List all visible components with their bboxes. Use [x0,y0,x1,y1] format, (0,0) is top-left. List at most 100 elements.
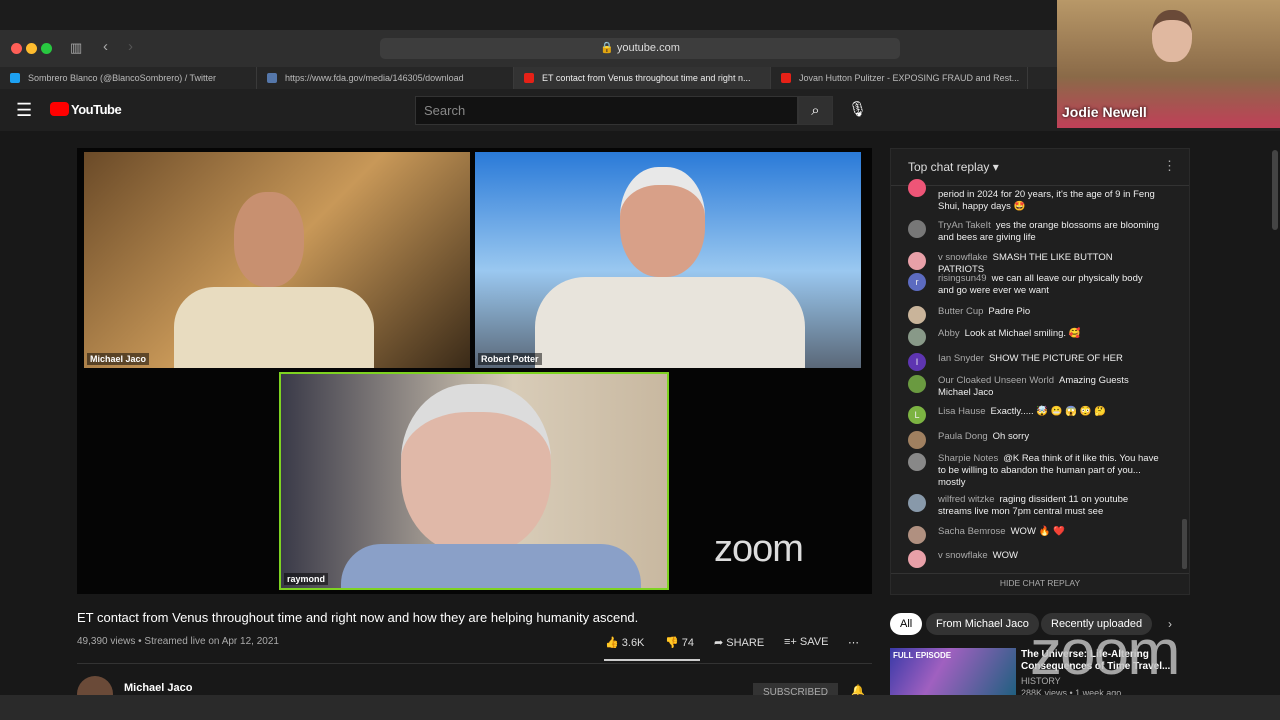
chat-message: TryAn TakeIt yes the orange blossoms are … [891,220,1181,244]
chat-author[interactable]: TryAn TakeIt [938,220,991,231]
chat-header: Top chat replay [908,160,990,174]
chat-avatar [908,306,926,324]
chat-avatar [908,453,926,471]
chip-all[interactable]: All [890,613,923,635]
chat-text: SHOW THE PICTURE OF HER [988,353,1123,364]
chat-text: Oh sorry [992,431,1030,442]
chat-text: Padre Pio [988,306,1031,317]
recommended-thumbnail[interactable]: FULL EPISODE [890,648,1016,695]
chat-avatar: L [908,406,926,424]
chat-author[interactable]: Abby [938,328,960,339]
youtube-logo-icon[interactable] [50,102,69,116]
minimize-window-button[interactable] [26,43,37,54]
chat-author[interactable]: Our Cloaked Unseen World [938,375,1054,386]
menu-icon[interactable]: ☰ [16,100,32,121]
chat-author[interactable]: Sacha Bemrose [938,526,1006,537]
chat-author[interactable]: risingsun49 [938,273,987,284]
more-actions-icon[interactable]: ⋯ [848,636,859,649]
chat-avatar: r [908,273,926,291]
dislike-count: 74 [681,637,695,649]
chat-message: v snowflake WOW [891,550,1181,568]
dislike-button[interactable]: 👎 74 [665,636,694,649]
chat-scrollbar[interactable] [1182,519,1187,569]
tab-label: https://www.fda.gov/media/146305/downloa… [285,73,464,83]
chat-author[interactable]: Ian Snyder [938,353,984,364]
divider [891,185,1189,186]
chat-avatar [908,328,926,346]
video-title: ET contact from Venus throughout time an… [77,610,639,625]
youtube-logo[interactable]: YouTube [71,102,122,117]
zoom-overlay-watermark: zoom [1030,616,1180,688]
chat-text: Exactly..... 🤯 😬 😱 😳 🤔 [990,406,1106,417]
chat-author[interactable]: wilfred witzke [938,494,995,505]
hide-chat-replay-button[interactable]: HIDE CHAT REPLAY [891,578,1189,588]
chat-message: L Lisa Hause Exactly..... 🤯 😬 😱 😳 🤔 [891,406,1181,424]
save-button[interactable]: ≡+ SAVE [784,636,828,648]
divider [77,663,872,664]
microphone-icon[interactable]: 🎙 [848,100,867,118]
forward-button[interactable]: › [128,38,133,55]
zoom-watermark: zoom [714,528,804,570]
share-label: SHARE [726,637,765,649]
tab-active[interactable]: ET contact from Venus throughout time an… [514,67,771,89]
search-input[interactable]: Search [415,96,798,125]
chat-text: WOW 🔥 ❤️ [1010,526,1065,537]
thumbnail-badge: FULL EPISODE [893,651,952,660]
chat-replay-panel: Top chat replay ▾ ⋮ period in 2024 for 2… [890,148,1190,595]
channel-name[interactable]: Michael Jaco [124,682,192,694]
person-image [401,384,551,554]
maximize-window-button[interactable] [41,43,52,54]
chat-mode-dropdown[interactable]: Top chat replay ▾ [908,160,999,174]
divider [891,573,1189,574]
chat-avatar [908,494,926,512]
tab-label: Sombrero Blanco (@BlancoSombrero) / Twit… [28,73,217,83]
participant-name: Robert Potter [478,353,542,365]
chat-avatar [908,431,926,449]
tab-label: ET contact from Venus throughout time an… [542,73,751,83]
chat-message: wilfred witzke raging dissident 11 on you… [891,494,1181,518]
chat-avatar: I [908,353,926,371]
chat-message: Abby Look at Michael smiling. 🥰 [891,328,1181,346]
like-count: 3.6K [621,637,645,649]
more-options-icon[interactable]: ⋮ [1163,158,1176,174]
person-image [234,192,304,287]
chat-author[interactable]: Sharpie Notes [938,453,998,464]
participant-tile: Robert Potter [475,152,861,368]
chat-author[interactable]: v snowflake [938,252,988,263]
page-scrollbar[interactable] [1272,150,1278,230]
tab[interactable]: https://www.fda.gov/media/146305/downloa… [257,67,514,89]
chat-author[interactable]: v snowflake [938,550,988,561]
share-button[interactable]: ➦ SHARE [714,636,764,649]
video-player[interactable]: Michael Jaco Robert Potter raymond zoom [77,148,872,594]
tab[interactable]: Sombrero Blanco (@BlancoSombrero) / Twit… [0,67,257,89]
chat-message: Sharpie Notes @K Rea think of it like thi… [891,453,1181,489]
like-ratio-bar [604,659,700,661]
chat-author[interactable]: Lisa Hause [938,406,986,417]
chat-text: Look at Michael smiling. 🥰 [964,328,1081,339]
chat-message: I Ian Snyder SHOW THE PICTURE OF HER [891,353,1181,371]
chat-message: Butter Cup Padre Pio [891,306,1181,324]
chat-message: Our Cloaked Unseen World Amazing Guests M… [891,375,1181,399]
participant-name: raymond [284,573,329,585]
tab[interactable]: Jovan Hutton Pulitzer - EXPOSING FRAUD a… [771,67,1028,89]
chat-message: Sacha Bemrose WOW 🔥 ❤️ [891,526,1181,544]
webcam-tile: Jodie Newell [1057,0,1280,128]
address-bar[interactable]: 🔒 youtube.com [380,38,900,59]
sidebar-toggle-icon[interactable]: ▥ [70,40,82,56]
bottom-bar [0,695,1280,720]
back-button[interactable]: ‹ [103,38,108,55]
chat-message: r risingsun49 we can all leave our physica… [891,273,1181,297]
person-image [1152,10,1192,62]
chat-avatar [908,526,926,544]
search-button[interactable]: ⌕ [798,96,833,125]
chat-author[interactable]: Butter Cup [938,306,983,317]
participant-name: Jodie Newell [1062,104,1147,120]
participant-tile: Michael Jaco [84,152,470,368]
person-body [341,544,641,588]
chat-avatar [908,375,926,393]
like-button[interactable]: 👍 3.6K [605,636,644,649]
close-window-button[interactable] [11,43,22,54]
chat-author[interactable]: Paula Dong [938,431,988,442]
person-image [620,167,705,277]
chip-from-channel[interactable]: From Michael Jaco [926,613,1039,635]
